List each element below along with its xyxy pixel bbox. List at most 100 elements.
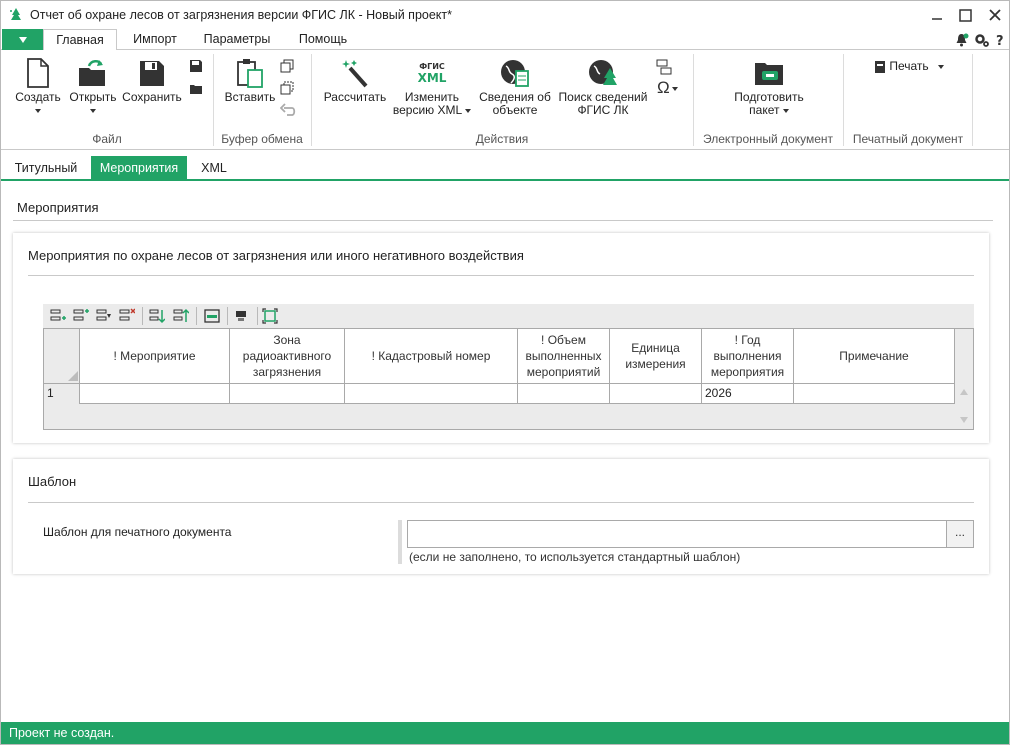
calculate-label: Рассчитать — [323, 90, 387, 104]
corner-triangle-icon — [68, 371, 78, 381]
add-row-icon[interactable] — [50, 308, 66, 324]
print-document-icon — [875, 61, 885, 73]
browse-template-button[interactable]: ... — [946, 520, 974, 548]
column-header-volume[interactable]: ! Объем выполненных мероприятий — [518, 329, 610, 384]
settings-gears-icon[interactable] — [974, 33, 990, 48]
tab-title-page[interactable]: Титульный — [7, 156, 85, 180]
open-folder-icon — [79, 60, 105, 86]
cell-unit[interactable] — [610, 384, 702, 404]
cell-year[interactable]: 2026 — [702, 384, 794, 404]
calculate-button[interactable]: Рассчитать — [322, 58, 388, 104]
template-path-input[interactable] — [407, 520, 947, 548]
change-xml-label-2: версию XML — [392, 103, 462, 117]
group-label-actions: Действия — [475, 132, 529, 146]
omega-symbol-button[interactable]: Ω — [657, 79, 678, 97]
window-title: Отчет об охране лесов от загрязнения вер… — [30, 8, 453, 22]
form-view-icon[interactable] — [204, 308, 220, 324]
group-label-clipboard: Буфер обмена — [221, 132, 303, 146]
maximize-icon — [959, 8, 972, 22]
grid-toolbar — [43, 304, 974, 328]
open-folder-small-icon[interactable] — [189, 83, 203, 95]
tab-help[interactable]: Помощь — [285, 29, 361, 50]
change-xml-version-button[interactable]: ФГИС XML Изменить версию XML — [392, 58, 472, 117]
save-button[interactable]: Сохранить — [121, 58, 183, 104]
maximize-button[interactable] — [951, 1, 980, 29]
object-info-label-2: объекте — [492, 103, 538, 117]
undo-icon[interactable] — [280, 103, 296, 117]
ribbon-group-clipboard: Вставить Буфер обмена — [214, 50, 310, 150]
globe-tree-icon — [589, 60, 617, 85]
cell-cadastral-number[interactable] — [345, 384, 518, 404]
cell-radioactive-zone[interactable] — [230, 384, 345, 404]
column-header-year[interactable]: ! Год выполнения мероприятия — [702, 329, 794, 384]
cell-note[interactable] — [794, 384, 955, 404]
paste-button[interactable]: Вставить — [222, 58, 278, 104]
xml-badge-icon: ФГИС XML — [418, 62, 447, 85]
toolbar-separator — [142, 307, 143, 325]
separator — [972, 54, 973, 146]
template-hint: (если не заполнено, то используется стан… — [409, 550, 741, 564]
app-menu-button[interactable] — [2, 29, 43, 50]
paste-label: Вставить — [224, 90, 276, 104]
insert-row-above-icon[interactable] — [73, 308, 89, 324]
ribbon-tabs: Главная Импорт Параметры Помощь ? — [1, 29, 1009, 51]
move-row-up-icon[interactable] — [173, 308, 189, 324]
save-disk-icon — [140, 61, 164, 86]
caret-down-icon — [465, 108, 472, 113]
column-header-note[interactable]: Примечание — [794, 329, 955, 384]
column-header-cadastral-number[interactable]: ! Кадастровый номер — [345, 329, 518, 384]
ribbon-group-print: Печать Печатный документ — [844, 50, 972, 150]
prepare-package-button[interactable]: Подготовить пакет — [724, 58, 814, 117]
globe-document-icon — [501, 60, 529, 87]
row-number[interactable]: 1 — [44, 384, 80, 404]
save-as-icon[interactable] — [189, 59, 203, 73]
table-small-icon[interactable] — [656, 59, 672, 75]
fit-columns-icon[interactable] — [262, 308, 278, 324]
table-corner[interactable] — [44, 329, 80, 384]
minimize-button[interactable] — [922, 1, 951, 29]
title-bar: Отчет об охране лесов от загрязнения вер… — [1, 1, 1009, 29]
copy-row-icon[interactable] — [96, 308, 112, 324]
template-card-title: Шаблон — [28, 474, 77, 489]
tab-parameters[interactable]: Параметры — [193, 29, 281, 50]
print-button[interactable]: Печать — [874, 60, 954, 74]
tab-home[interactable]: Главная — [43, 29, 117, 51]
section-divider — [13, 220, 993, 221]
cell-measure[interactable] — [80, 384, 230, 404]
column-header-unit[interactable]: Единица измерения — [610, 329, 702, 384]
tab-xml[interactable]: XML — [193, 156, 235, 180]
ribbon-group-edoc: Подготовить пакет Электронный документ — [694, 50, 842, 150]
tab-import[interactable]: Импорт — [119, 29, 191, 50]
object-info-button[interactable]: Сведения об объекте — [476, 58, 554, 117]
caret-down-icon — [90, 108, 96, 113]
close-button[interactable] — [980, 1, 1009, 29]
column-header-radioactive-zone[interactable]: Зона радиоактивного загрязнения — [230, 329, 345, 384]
move-row-down-icon[interactable] — [149, 308, 165, 324]
measures-card-title: Мероприятия по охране лесов от загрязнен… — [28, 248, 524, 263]
xml-icon-top-text: ФГИС — [419, 62, 445, 71]
app-logo-icon — [10, 8, 21, 20]
status-bar: Проект не создан. — [1, 722, 1009, 744]
object-info-label-1: Сведения об — [479, 90, 551, 104]
tab-measures[interactable]: Мероприятия — [91, 156, 187, 180]
card-divider — [28, 275, 974, 276]
group-label-edoc: Электронный документ — [702, 132, 834, 146]
cell-volume[interactable] — [518, 384, 610, 404]
clear-table-icon[interactable] — [234, 308, 250, 324]
fgis-search-button[interactable]: Поиск сведений ФГИС ЛК — [556, 58, 650, 117]
section-title: Мероприятия — [17, 200, 99, 215]
create-label: Создать — [15, 90, 61, 104]
scroll-down-icon[interactable] — [960, 417, 968, 423]
vertical-scrollbar[interactable] — [955, 329, 973, 429]
open-button[interactable]: Открыть — [67, 58, 119, 117]
cut-icon[interactable] — [280, 81, 294, 95]
svg-text:?: ? — [996, 34, 1004, 48]
delete-row-icon[interactable] — [119, 308, 135, 324]
bell-icon[interactable] — [954, 33, 969, 48]
create-button[interactable]: Создать — [13, 58, 63, 117]
change-xml-label-1: Изменить — [404, 90, 460, 104]
column-header-measure[interactable]: ! Мероприятие — [80, 329, 230, 384]
help-icon[interactable]: ? — [995, 33, 1005, 48]
scroll-up-icon[interactable] — [960, 389, 968, 395]
copy-icon[interactable] — [280, 59, 294, 73]
